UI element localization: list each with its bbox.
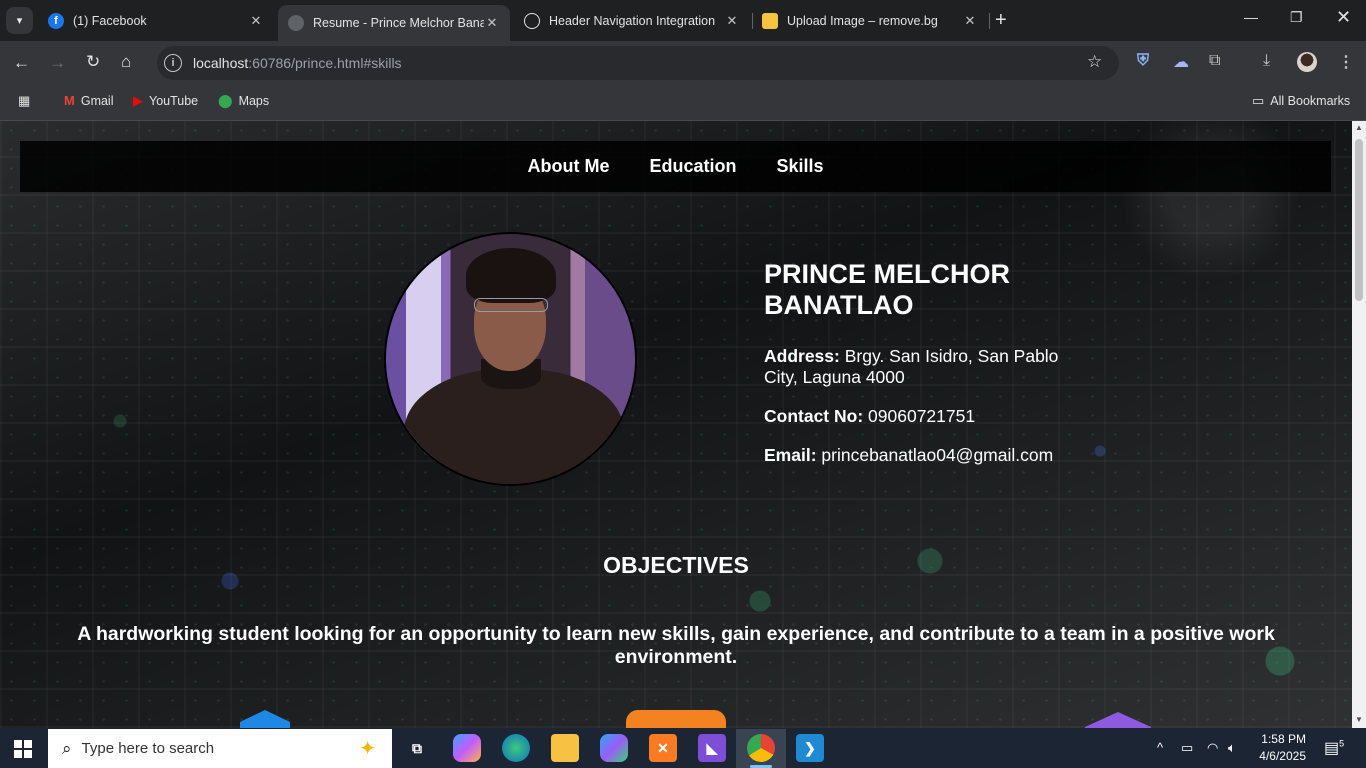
address-label: Address: xyxy=(764,346,840,366)
bookmark-gmail[interactable]: M Gmail xyxy=(64,93,114,108)
xampp-icon[interactable]: ✕ xyxy=(649,734,677,762)
clock-date: 4/6/2025 xyxy=(1259,749,1306,763)
email-value: princebanatlao04@gmail.com xyxy=(821,445,1054,465)
all-bookmarks[interactable]: ▭ All Bookmarks xyxy=(1252,93,1350,109)
windows-start-icon[interactable] xyxy=(14,740,32,758)
vscode-icon[interactable]: ❯ xyxy=(796,734,824,762)
close-icon[interactable]: ✕ xyxy=(484,15,500,31)
nav-education[interactable]: Education xyxy=(649,156,736,177)
scroll-up-arrow-icon[interactable]: ▲ xyxy=(1352,121,1366,135)
email-label: Email: xyxy=(764,445,817,465)
bookmark-youtube[interactable]: ▶ YouTube xyxy=(133,93,198,109)
extension-shield-icon[interactable]: ⛨ xyxy=(1137,52,1149,70)
resume-page: About Me Education Skills PRINCE MELCHOR… xyxy=(0,121,1352,728)
close-icon[interactable]: ✕ xyxy=(724,13,740,29)
full-name: PRINCE MELCHOR BANATLAO xyxy=(764,259,1011,320)
bookmark-label: Maps xyxy=(238,94,270,108)
notification-icon[interactable]: ▤5 xyxy=(1324,738,1344,758)
contact-line: Contact No: 09060721751 xyxy=(764,406,1084,427)
apps-grid-icon[interactable]: ▦ xyxy=(18,93,36,109)
profile-photo xyxy=(384,232,637,486)
download-icon[interactable]: ⤓ xyxy=(1263,52,1270,70)
globe-icon xyxy=(288,15,304,31)
facebook-icon: f xyxy=(48,12,64,29)
objectives-text: A hardworking student looking for an opp… xyxy=(77,623,1275,668)
url-host: localhost xyxy=(193,55,249,71)
task-view-icon[interactable]: ⧉ xyxy=(403,734,431,762)
scrollbar-thumb[interactable] xyxy=(1355,139,1363,301)
email-line: Email: princebanatlao04@gmail.com xyxy=(764,445,1084,466)
wifi-icon[interactable]: ◠ xyxy=(1207,740,1218,756)
photo-glasses xyxy=(474,298,548,312)
maps-pin-icon: ⬤ xyxy=(218,93,233,108)
photo-hair xyxy=(466,248,556,303)
bookmark-label: YouTube xyxy=(149,94,199,108)
file-explorer-icon[interactable] xyxy=(551,734,579,762)
header-navigation: About Me Education Skills xyxy=(20,141,1331,192)
extensions-puzzle-icon[interactable]: ⧉ xyxy=(1209,52,1220,70)
youtube-icon: ▶ xyxy=(133,93,143,108)
bookmark-label: Gmail xyxy=(80,93,114,108)
volume-icon[interactable]: 🔈︎ xyxy=(1228,740,1236,756)
tab-resume[interactable]: Resume - Prince Melchor Banatlao ✕ xyxy=(278,5,510,41)
copilot-sparkle-icon: ✦ xyxy=(359,738,376,760)
taskbar-clock[interactable]: 1:58 PM 4/6/2025 xyxy=(1250,731,1306,765)
objectives-heading: OBJECTIVES xyxy=(603,552,749,578)
site-info-icon[interactable]: i xyxy=(164,54,182,72)
extension-cloud-icon[interactable]: ☁ xyxy=(1173,52,1189,72)
address-line: Address: Brgy. San Isidro, San Pablo Cit… xyxy=(764,346,1084,388)
tab-search-button[interactable]: ▾ xyxy=(6,7,33,34)
reload-icon[interactable]: ↻ xyxy=(86,52,100,72)
url-text[interactable]: localhost:60786/prince.html#skills xyxy=(193,55,402,71)
search-icon: ⌕ xyxy=(62,738,72,758)
folder-icon: ▭ xyxy=(1252,93,1265,108)
openai-icon xyxy=(524,12,540,29)
bookmark-maps[interactable]: ⬤ Maps xyxy=(218,93,269,109)
close-icon[interactable]: ✕ xyxy=(962,13,978,29)
tray-chevron-icon[interactable]: ^ xyxy=(1157,740,1163,755)
nav-skills[interactable]: Skills xyxy=(776,156,823,177)
battery-icon[interactable]: ▭ xyxy=(1181,740,1193,756)
edge-icon[interactable] xyxy=(502,734,530,762)
tab-facebook[interactable]: f (1) Facebook ✕ xyxy=(38,6,274,35)
forward-icon[interactable]: → xyxy=(49,53,66,73)
profile-avatar[interactable] xyxy=(1297,52,1317,72)
notification-count: 5 xyxy=(1339,738,1345,749)
tab-title: (1) Facebook xyxy=(73,13,147,28)
new-tab-button[interactable]: + xyxy=(995,9,1007,32)
bookmarks-bar xyxy=(0,85,1366,121)
visual-studio-icon[interactable]: ◣ xyxy=(698,734,726,762)
contact-label: Contact No: xyxy=(764,406,864,426)
tab-title: Header Navigation Integration xyxy=(549,13,716,28)
tab-header-navigation[interactable]: Header Navigation Integration ✕ xyxy=(514,6,750,35)
taskbar-search[interactable]: ⌕ Type here to search ✦ xyxy=(48,729,392,768)
tab-divider xyxy=(989,13,990,29)
restore-icon[interactable]: ❐ xyxy=(1290,9,1303,26)
removebg-icon xyxy=(762,12,778,29)
nav-about-me[interactable]: About Me xyxy=(527,156,609,177)
chrome-icon[interactable] xyxy=(747,734,775,762)
tab-title: Upload Image – remove.bg xyxy=(787,13,938,28)
all-bookmarks-label: All Bookmarks xyxy=(1270,94,1351,108)
copilot-icon[interactable] xyxy=(453,734,481,762)
close-icon[interactable]: ✕ xyxy=(248,13,264,29)
tab-removebg[interactable]: Upload Image – remove.bg ✕ xyxy=(752,6,988,35)
personal-info: PRINCE MELCHOR BANATLAO Address: Brgy. S… xyxy=(764,259,1084,484)
home-icon[interactable]: ⌂ xyxy=(121,52,131,72)
search-placeholder: Type here to search xyxy=(81,740,215,757)
clock-time: 1:58 PM xyxy=(1261,732,1306,746)
minimize-icon[interactable]: — xyxy=(1244,9,1258,25)
window-close-icon[interactable]: ✕ xyxy=(1336,7,1351,28)
menu-kebab-icon[interactable]: ⋮ xyxy=(1338,52,1354,72)
tab-title: Resume - Prince Melchor Banatlao xyxy=(313,16,484,30)
bookmark-star-icon[interactable]: ☆ xyxy=(1087,52,1102,72)
skill-logo-orange xyxy=(626,710,726,728)
gmail-icon: M xyxy=(64,93,75,108)
microsoft365-icon[interactable] xyxy=(600,734,628,762)
scroll-down-arrow-icon[interactable]: ▼ xyxy=(1352,713,1366,727)
contact-value: 09060721751 xyxy=(868,406,976,426)
url-path: :60786/prince.html#skills xyxy=(248,55,402,71)
back-icon[interactable]: ← xyxy=(13,53,30,73)
